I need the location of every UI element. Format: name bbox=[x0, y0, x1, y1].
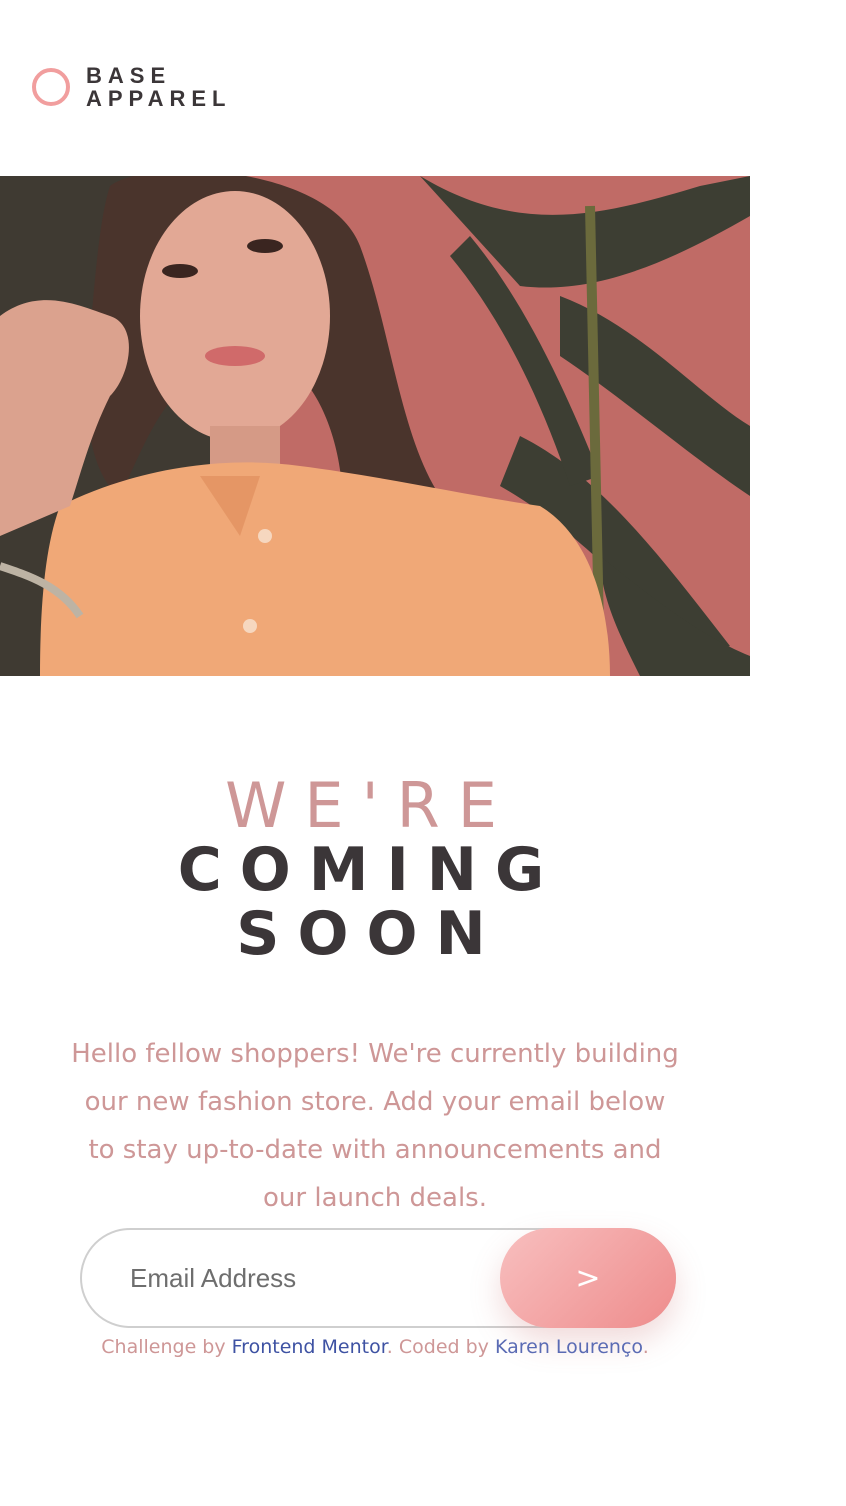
headline-line-2: COMING bbox=[177, 835, 563, 905]
attribution: Challenge by Frontend Mentor. Coded by K… bbox=[0, 1336, 750, 1358]
email-form: > bbox=[80, 1228, 676, 1328]
logo-line-2: APPAREL bbox=[86, 86, 232, 111]
headline: WE'RE COMING SOON bbox=[0, 769, 740, 969]
logo-line-1: BASE bbox=[86, 63, 172, 88]
logo-circle-icon bbox=[32, 68, 70, 106]
hero-image bbox=[0, 176, 750, 676]
headline-line-1: WE'RE bbox=[225, 769, 515, 842]
attribution-middle: . Coded by bbox=[386, 1336, 495, 1358]
headline-line-3: SOON bbox=[236, 899, 504, 969]
page: BASE APPAREL WE'RE COMING SOON Hello fel… bbox=[0, 0, 846, 1506]
intro-text: Hello fellow shoppers! We're currently b… bbox=[71, 1039, 679, 1213]
attribution-prefix: Challenge by bbox=[101, 1336, 232, 1358]
logo[interactable]: BASE APPAREL bbox=[32, 64, 232, 110]
logo-text: BASE APPAREL bbox=[86, 64, 232, 110]
portrait-photo-icon bbox=[0, 176, 750, 676]
attribution-suffix: . bbox=[642, 1336, 649, 1358]
frontend-mentor-link[interactable]: Frontend Mentor bbox=[232, 1336, 387, 1358]
author-link[interactable]: Karen Lourenço bbox=[495, 1336, 643, 1358]
submit-button[interactable]: > bbox=[500, 1228, 676, 1328]
